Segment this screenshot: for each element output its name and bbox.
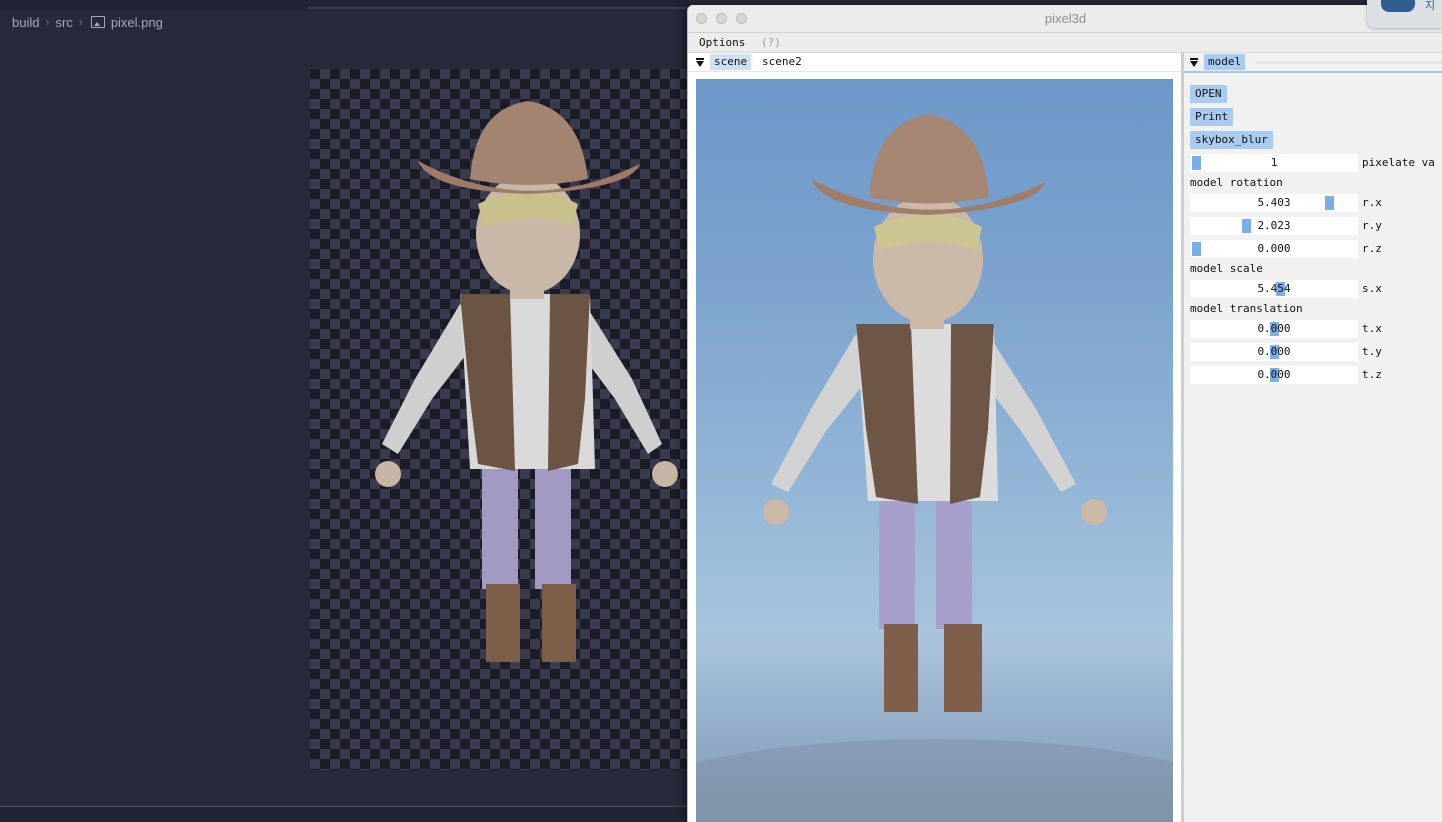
scene-viewport[interactable] — [696, 79, 1173, 822]
tab-scene[interactable]: scene — [710, 54, 752, 70]
translation-x-label: t.x — [1362, 322, 1382, 335]
pixelate-slider[interactable]: 1 — [1190, 154, 1358, 172]
rotation-y-slider[interactable]: 2.023 — [1190, 217, 1358, 235]
chevron-right-icon: › — [78, 15, 83, 29]
rotation-z-label: r.z — [1362, 242, 1382, 255]
image-preview — [310, 69, 690, 770]
translation-x-slider[interactable]: 0.000 — [1190, 320, 1358, 338]
code-editor: build › src › pixel.png — [0, 0, 690, 822]
slider-value: 5.454 — [1257, 282, 1291, 295]
character-3d-model-icon — [696, 114, 1173, 822]
model-panel: model OPEN Print skybox_blur 1 pixelate … — [1184, 53, 1442, 822]
scale-x-label: s.x — [1362, 282, 1382, 295]
notification-widget[interactable]: 지 — [1367, 0, 1442, 28]
print-button[interactable]: Print — [1190, 108, 1234, 126]
breadcrumb-item-file[interactable]: pixel.png — [111, 15, 163, 30]
tab-model[interactable]: model — [1204, 54, 1246, 70]
menu-options[interactable]: Options — [699, 36, 745, 49]
chevron-right-icon: › — [45, 15, 50, 29]
model-translation-heading: model translation — [1190, 302, 1303, 315]
image-file-icon — [90, 16, 105, 28]
translation-z-label: t.z — [1362, 368, 1382, 381]
scene-tab-bar: scene scene2 — [688, 53, 1181, 72]
status-bar — [0, 807, 690, 822]
slider-value: 5.403 — [1257, 196, 1291, 209]
scene-panel: scene scene2 — [688, 53, 1181, 822]
editor-tab-strip — [0, 0, 690, 10]
rotation-y-label: r.y — [1362, 219, 1382, 232]
pixel3d-window: pixel3d Options (?) scene scene2 model O… — [687, 5, 1442, 822]
window-titlebar[interactable]: pixel3d — [688, 5, 1442, 33]
breadcrumb-item-build[interactable]: build — [12, 15, 39, 30]
collapse-triangle-icon[interactable] — [1190, 58, 1198, 67]
pixelate-label: pixelate va — [1362, 156, 1435, 169]
open-button[interactable]: OPEN — [1190, 85, 1227, 103]
scale-x-slider[interactable]: 5.454 — [1190, 280, 1358, 298]
model-scale-heading: model scale — [1190, 262, 1263, 275]
menu-bar: Options (?) — [688, 33, 1442, 53]
slider-value: 0.000 — [1257, 368, 1291, 381]
widget-text: 지 — [1425, 0, 1436, 12]
collapse-triangle-icon[interactable] — [696, 58, 704, 67]
model-tab-bar: model — [1184, 53, 1442, 73]
translation-y-slider[interactable]: 0.000 — [1190, 343, 1358, 361]
menu-help[interactable]: (?) — [761, 36, 781, 49]
model-rotation-heading: model rotation — [1190, 176, 1283, 189]
app-badge-icon — [1381, 0, 1415, 12]
slider-value: 0.000 — [1257, 242, 1291, 255]
rotation-x-slider[interactable]: 5.403 — [1190, 194, 1358, 212]
breadcrumb-item-src[interactable]: src — [55, 15, 72, 30]
rotation-z-slider[interactable]: 0.000 — [1190, 240, 1358, 258]
tab-scene2[interactable]: scene2 — [758, 54, 806, 70]
translation-y-label: t.y — [1362, 345, 1382, 358]
character-render-icon — [375, 101, 678, 662]
skybox-blur-button[interactable]: skybox_blur — [1190, 131, 1273, 149]
slider-value: 0.000 — [1257, 322, 1291, 335]
rotation-x-label: r.x — [1362, 196, 1382, 209]
breadcrumb: build › src › pixel.png — [12, 14, 163, 30]
active-tab-indicator — [308, 7, 690, 9]
slider-value: 0.000 — [1257, 345, 1291, 358]
slider-value: 2.023 — [1257, 219, 1291, 232]
window-title: pixel3d — [1044, 11, 1087, 26]
translation-z-slider[interactable]: 0.000 — [1190, 366, 1358, 384]
slider-value: 1 — [1270, 156, 1278, 169]
tab-scrollbar[interactable] — [1256, 61, 1442, 64]
